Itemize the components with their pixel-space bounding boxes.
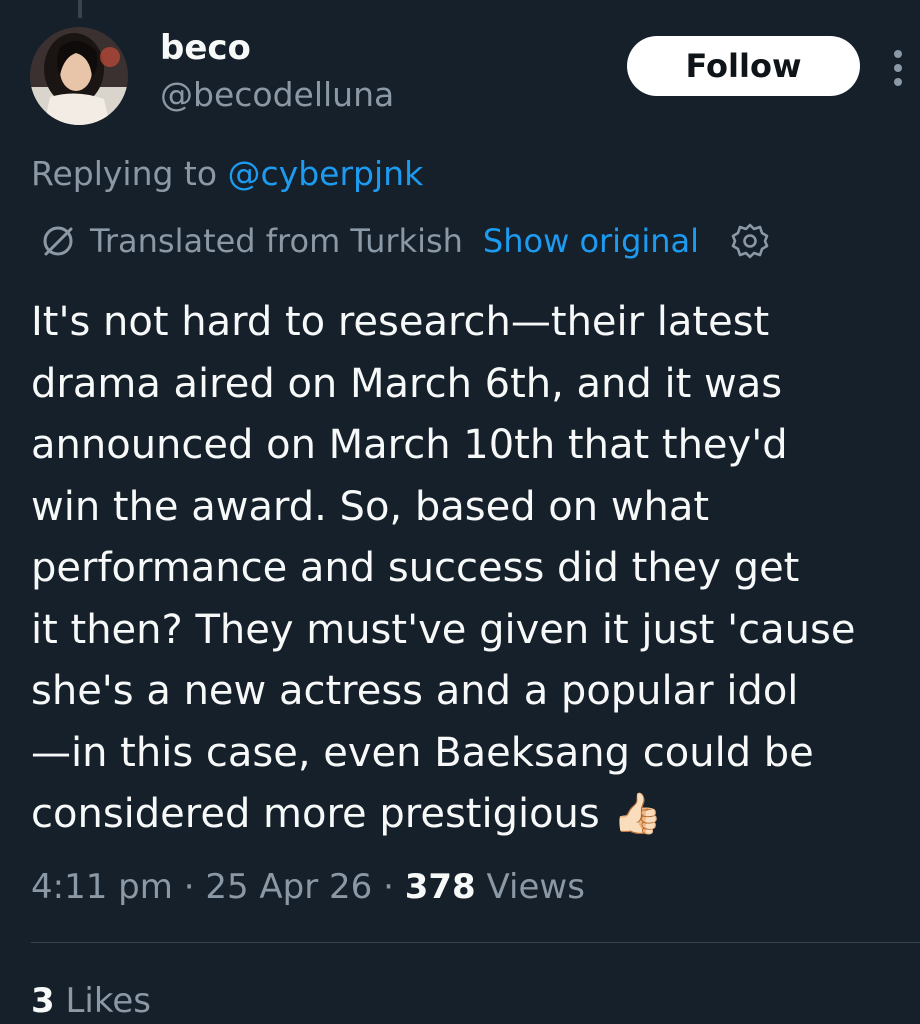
- more-vertical-icon[interactable]: [888, 48, 912, 88]
- tweet-time[interactable]: 4:11 pm: [31, 867, 173, 907]
- tweet-body: It's not hard to research—their latest d…: [31, 299, 856, 837]
- likes-stat[interactable]: 3 Likes: [31, 978, 151, 1024]
- translation-bar: Translated from Turkish Show original: [38, 218, 769, 264]
- translate-icon: [43, 226, 73, 256]
- tweet-text: It's not hard to research—their latest d…: [31, 292, 911, 846]
- follow-button[interactable]: Follow: [627, 36, 860, 96]
- views-label: Views: [486, 867, 585, 907]
- meta-separator: ·: [183, 867, 195, 907]
- replying-to-label: Replying to: [31, 154, 218, 193]
- gear-icon[interactable]: [731, 222, 769, 260]
- show-original-link[interactable]: Show original: [483, 222, 699, 260]
- meta-separator: ·: [383, 867, 394, 907]
- translated-from-label: Translated from Turkish: [90, 222, 463, 260]
- thread-connector-line: [78, 0, 82, 18]
- replying-to-line: Replying to @cyberpjnk: [31, 152, 423, 196]
- thumbs-up-emoji: 👍🏻: [612, 791, 663, 837]
- user-handle[interactable]: @becodelluna: [160, 74, 394, 116]
- divider: [31, 942, 920, 943]
- views-count: 378: [404, 867, 476, 907]
- tweet-meta: 4:11 pm · 25 Apr 26 · 378 Views: [31, 862, 585, 912]
- reply-mention-link[interactable]: @cyberpjnk: [228, 154, 424, 193]
- display-name[interactable]: beco: [160, 28, 251, 68]
- tweet-date[interactable]: 25 Apr 26: [205, 867, 372, 907]
- likes-count: 3: [31, 981, 55, 1021]
- likes-label: Likes: [65, 981, 151, 1021]
- avatar[interactable]: [30, 27, 128, 125]
